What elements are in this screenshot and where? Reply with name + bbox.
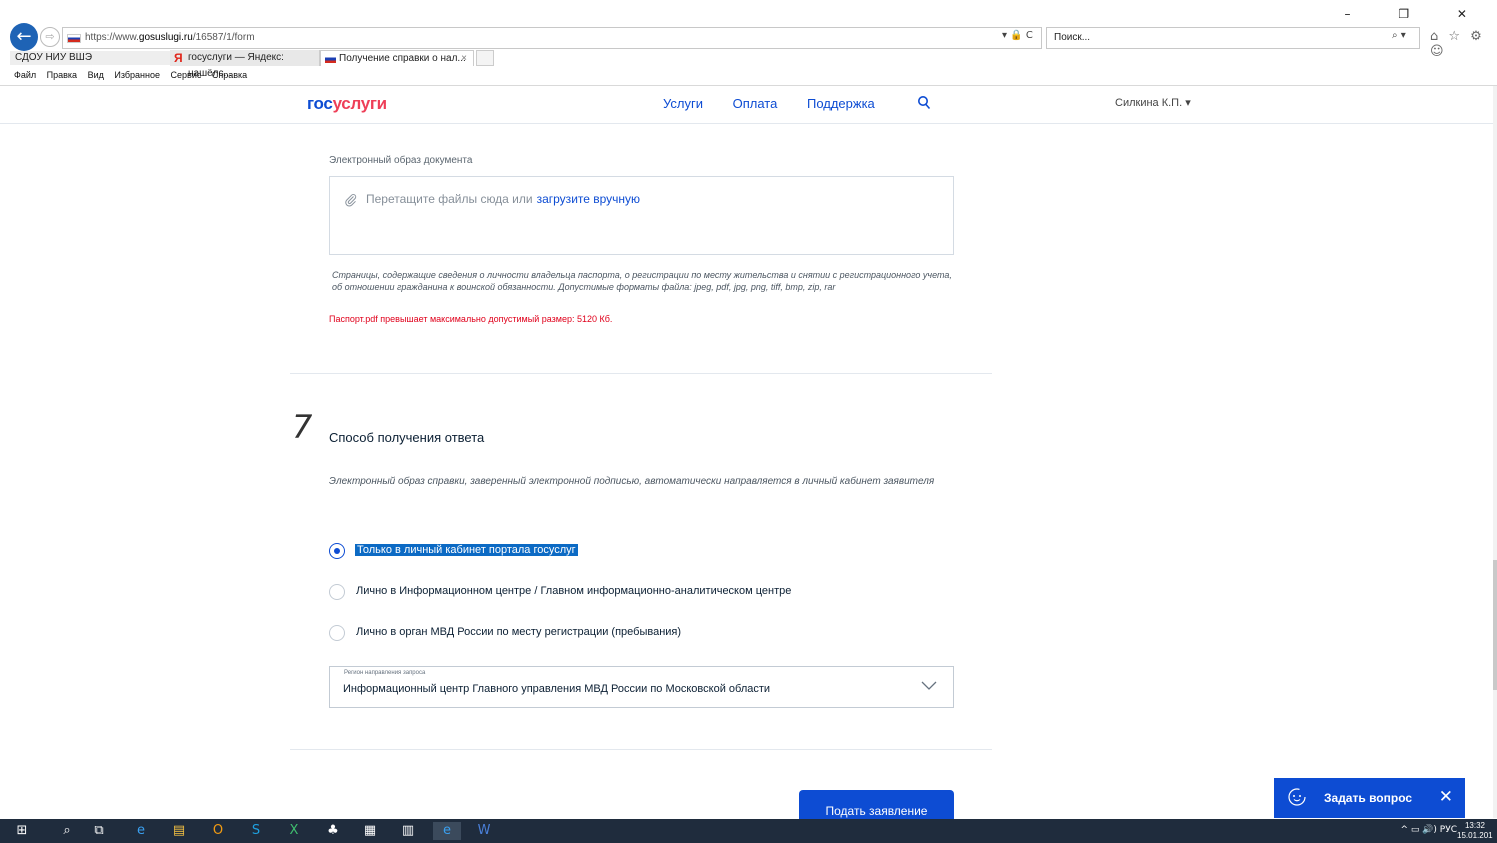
- scrollbar-thumb[interactable]: [1493, 560, 1497, 690]
- step-description: Электронный образ справки, заверенный эл…: [329, 476, 935, 487]
- ask-question-widget[interactable]: Задать вопрос ✕: [1274, 778, 1465, 818]
- edge-icon[interactable]: e: [132, 822, 150, 840]
- excel-icon[interactable]: X: [285, 822, 303, 840]
- support-chat-icon: [1288, 788, 1306, 806]
- flag-icon: [325, 55, 336, 63]
- address-bar[interactable]: https://www.gosuslugi.ru/16587/1/form: [62, 27, 1042, 49]
- file-dropzone[interactable]: Перетащите файлы сюда или загрузите вручн…: [329, 176, 954, 255]
- region-select[interactable]: Регион направления запроса Информационны…: [329, 666, 954, 708]
- region-value: Информационный центр Главного управления…: [343, 683, 771, 695]
- menu-file[interactable]: Файл: [14, 70, 36, 80]
- task-view-icon[interactable]: ⧉: [90, 822, 108, 840]
- menu-edit[interactable]: Правка: [47, 70, 77, 80]
- solitaire-icon[interactable]: ♣: [324, 822, 342, 840]
- search-go-icon[interactable]: ⌕ ▾: [1392, 30, 1406, 41]
- upload-hint: Страницы, содержащие сведения о личности…: [332, 270, 952, 292]
- new-tab-button[interactable]: [476, 50, 494, 66]
- internet-explorer-icon[interactable]: e: [433, 822, 461, 840]
- nav-support[interactable]: Поддержка: [807, 96, 875, 111]
- outlook-icon[interactable]: O: [209, 822, 227, 840]
- yandex-icon: Я: [174, 51, 183, 65]
- nav-services[interactable]: Услуги: [663, 96, 703, 111]
- site-header: госуслуги Услуги Оплата Поддержка Силкин…: [0, 86, 1497, 124]
- upload-manually-link[interactable]: загрузите вручную: [537, 192, 640, 206]
- favorite-link[interactable]: СДОУ НИУ ВШЭ: [10, 51, 170, 65]
- option-label: Только в личный кабинет портала госуслуг: [355, 544, 578, 556]
- start-icon[interactable]: ⊞: [13, 822, 31, 840]
- skype-icon[interactable]: S: [247, 822, 265, 840]
- user-menu[interactable]: Силкина К.П. ▾: [1115, 96, 1191, 109]
- paperclip-icon: [345, 194, 357, 207]
- top-nav: Услуги Оплата Поддержка: [663, 96, 901, 111]
- system-tray[interactable]: ^ ▭ 🔊) РУС: [1400, 825, 1457, 835]
- menu-help[interactable]: Справка: [212, 70, 247, 80]
- step-number: 7: [292, 408, 313, 446]
- dropzone-text: Перетащите файлы сюда или: [366, 192, 533, 206]
- menu-favorites[interactable]: Избранное: [114, 70, 160, 80]
- section-divider: [290, 749, 992, 750]
- upload-label: Электронный образ документа: [329, 155, 473, 166]
- upload-error: Паспорт.pdf превышает максимально допуст…: [329, 314, 613, 324]
- forward-button[interactable]: ⇨: [40, 27, 60, 47]
- section-divider: [290, 373, 992, 374]
- menu-view[interactable]: Вид: [88, 70, 104, 80]
- option-label: Лично в Информационном центре / Главном …: [356, 585, 792, 597]
- tab-strip: СДОУ НИУ ВШЭ Я госуслуги — Яндекс: нашёл…: [0, 50, 1497, 79]
- step-title: Способ получения ответа: [329, 430, 485, 445]
- chevron-down-icon: [921, 681, 937, 690]
- windows-taskbar: ⊞ ⌕ ⧉ e ▤ O S X ♣ ▦ ▥ e W ^ ▭ 🔊) РУС 13:…: [0, 819, 1497, 843]
- tab-close-icon[interactable]: ×: [461, 51, 467, 67]
- ask-question-label: Задать вопрос: [1324, 791, 1413, 805]
- nav-payment[interactable]: Оплата: [733, 96, 778, 111]
- address-row: ← ⇨ https://www.gosuslugi.ru/16587/1/for…: [0, 23, 1497, 59]
- calendar-icon[interactable]: ▦: [361, 822, 379, 840]
- window-controls[interactable]: – ❐ ✕: [1345, 7, 1489, 21]
- search-icon[interactable]: [917, 95, 931, 111]
- tab-yandex[interactable]: Я госуслуги — Яндекс: нашёлс...: [170, 50, 320, 79]
- option-label: Лично в орган МВД России по месту регист…: [356, 626, 682, 638]
- address-tools-icons[interactable]: ▾ 🔒 C: [1002, 30, 1033, 41]
- radio-button[interactable]: [329, 584, 345, 600]
- radio-button[interactable]: [329, 625, 345, 641]
- radio-button-selected[interactable]: [329, 543, 345, 559]
- browser-chrome: ← ⇨ https://www.gosuslugi.ru/16587/1/for…: [0, 0, 1497, 86]
- browser-search-input[interactable]: Поиск...: [1046, 27, 1420, 49]
- menu-bar: Файл Правка Вид Избранное Сервис Справка: [14, 70, 255, 84]
- site-flag-icon: [67, 34, 81, 43]
- region-caption: Регион направления запроса: [344, 670, 426, 676]
- calculator-icon[interactable]: ▥: [399, 822, 417, 840]
- tab-gosuslugi[interactable]: Получение справки о нал... ×: [320, 50, 474, 66]
- back-button[interactable]: ←: [10, 23, 38, 51]
- clock[interactable]: 13:32 15.01.2019: [1457, 821, 1493, 841]
- menu-tools[interactable]: Сервис: [171, 70, 202, 80]
- taskbar-search-icon[interactable]: ⌕: [58, 822, 76, 840]
- gosuslugi-logo[interactable]: госуслуги: [307, 94, 387, 114]
- file-explorer-icon[interactable]: ▤: [170, 822, 188, 840]
- page-scrollbar[interactable]: [1493, 86, 1497, 818]
- submit-button[interactable]: Подать заявление: [799, 790, 954, 820]
- word-icon[interactable]: W: [475, 822, 493, 840]
- close-icon[interactable]: ✕: [1439, 787, 1453, 807]
